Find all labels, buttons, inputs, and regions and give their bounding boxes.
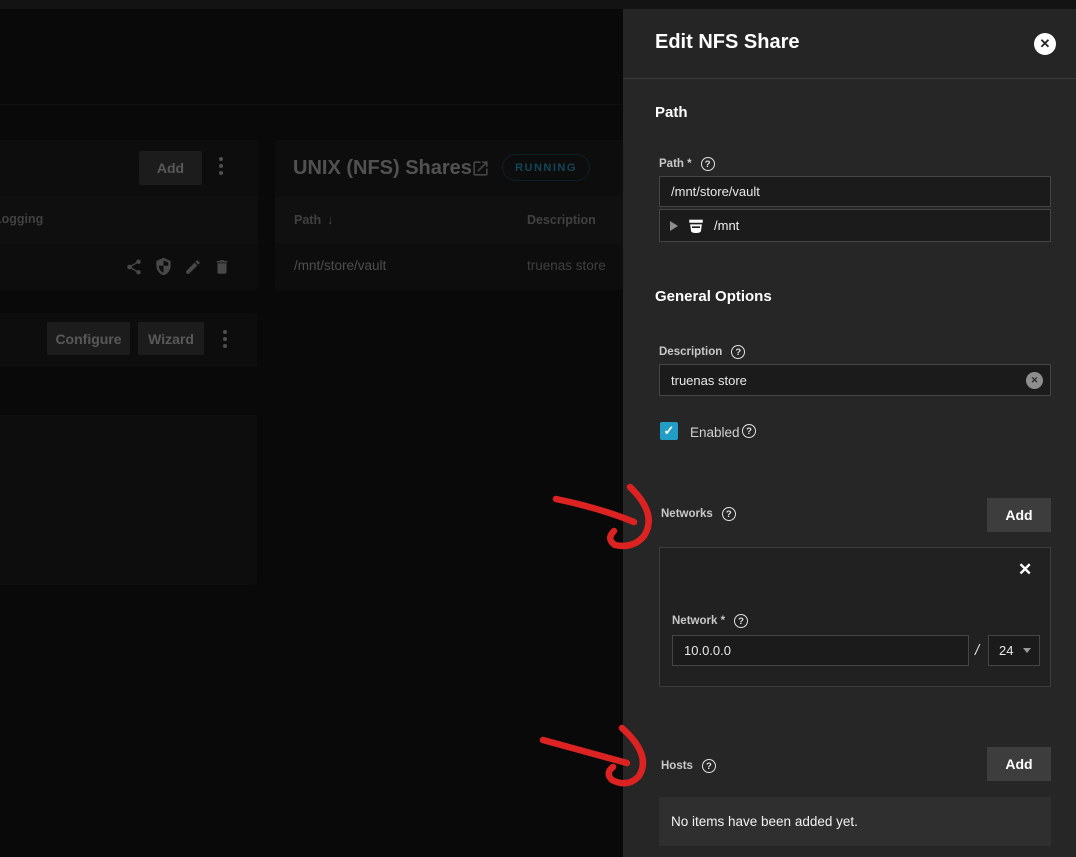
drawer-title: Edit NFS Share <box>655 31 799 54</box>
hosts-label: Hosts <box>661 760 693 772</box>
path-input[interactable] <box>659 176 1051 207</box>
path-section-heading: Path <box>655 104 688 121</box>
help-icon[interactable]: ? <box>734 614 748 628</box>
hosts-label-row: Hosts ? <box>661 759 716 773</box>
hosts-empty-text: No items have been added yet. <box>671 814 858 829</box>
description-label: Description <box>659 346 722 358</box>
help-icon[interactable]: ? <box>731 345 745 359</box>
remove-network-icon[interactable]: ✕ <box>1018 561 1032 578</box>
help-icon[interactable]: ? <box>742 424 756 438</box>
help-icon[interactable]: ? <box>702 759 716 773</box>
description-input[interactable] <box>659 364 1051 396</box>
screen: Add Logging Configure Wizard UNIX (NFS) … <box>0 0 1076 857</box>
help-icon[interactable]: ? <box>722 507 736 521</box>
add-host-button[interactable]: Add <box>987 747 1051 781</box>
network-entry-card: ✕ Network * ? / 24 <box>659 547 1051 687</box>
prefix-value: 24 <box>999 643 1013 658</box>
networks-label-row: Networks ? <box>661 507 736 521</box>
general-options-heading: General Options <box>655 288 772 305</box>
expand-icon[interactable] <box>670 221 678 231</box>
network-label: Network * <box>672 615 725 627</box>
path-tree-row[interactable]: /mnt <box>659 209 1051 242</box>
prefix-select[interactable]: 24 <box>988 635 1040 666</box>
path-label: Path * <box>659 158 692 170</box>
dataset-icon <box>687 217 705 235</box>
path-field-label-row: Path * ? <box>659 157 715 171</box>
close-icon[interactable]: ✕ <box>1034 33 1056 55</box>
network-input[interactable] <box>672 635 969 666</box>
hosts-empty-state: No items have been added yet. <box>659 797 1051 846</box>
chevron-down-icon <box>1023 648 1031 653</box>
help-icon[interactable]: ? <box>701 157 715 171</box>
networks-label: Networks <box>661 508 713 520</box>
description-field-label-row: Description ? <box>659 345 745 359</box>
enabled-checkbox[interactable]: ✓ <box>660 422 678 440</box>
cidr-separator: / <box>975 642 979 659</box>
add-network-button[interactable]: Add <box>987 498 1051 532</box>
network-field-label-row: Network * ? <box>672 614 748 628</box>
check-icon: ✓ <box>664 423 675 439</box>
tree-item-label: /mnt <box>714 218 739 233</box>
edit-nfs-share-drawer: Edit NFS Share ✕ Path Path * ? /mnt Gene… <box>623 9 1076 857</box>
drawer-header: Edit NFS Share ✕ <box>623 9 1076 79</box>
enabled-label: Enabled <box>690 425 740 440</box>
clear-icon[interactable]: ✕ <box>1026 372 1043 389</box>
